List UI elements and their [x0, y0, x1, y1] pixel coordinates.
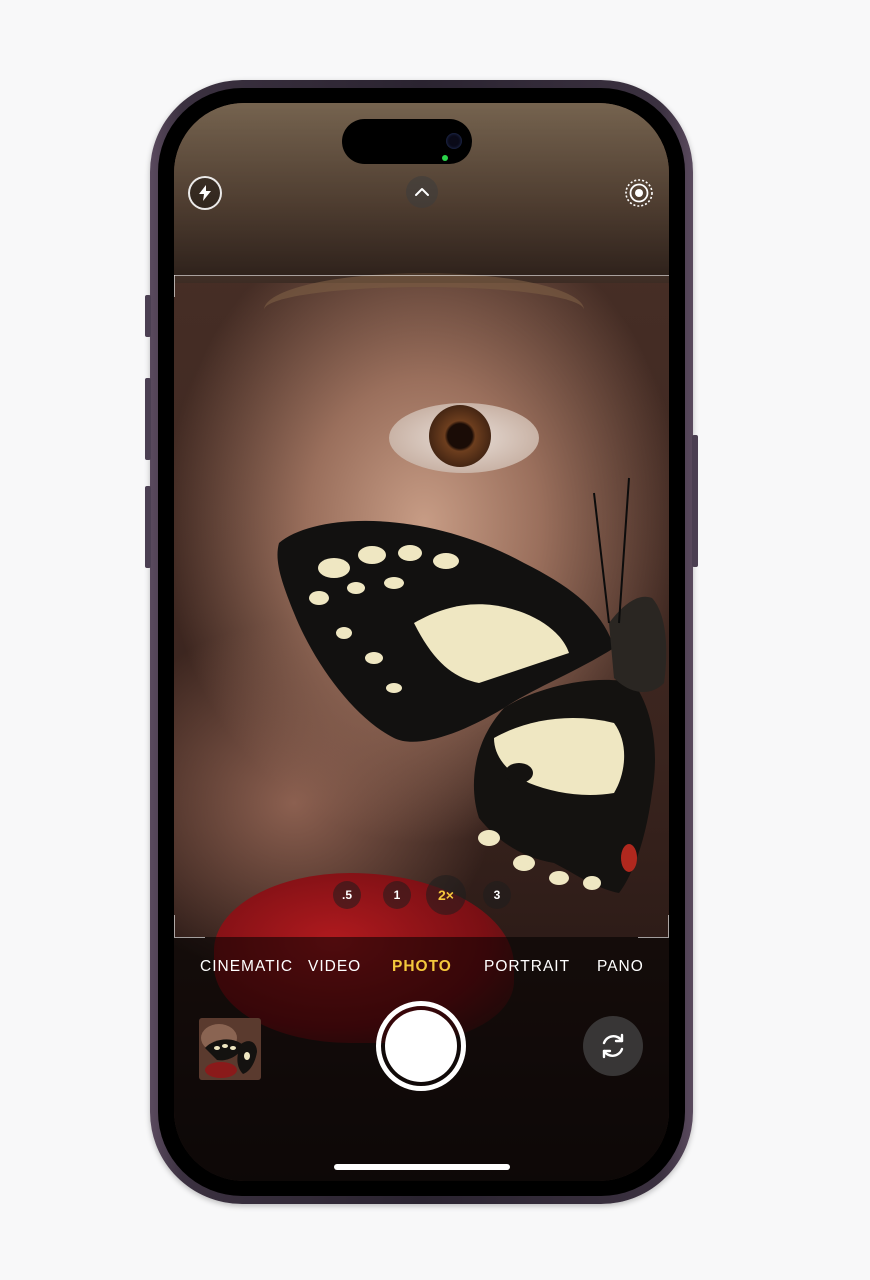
last-photo-thumbnail[interactable] — [199, 1018, 261, 1080]
frame-corner-bottom-left — [174, 915, 205, 938]
camera-in-use-indicator — [442, 155, 448, 161]
frame-corner-top-left — [174, 275, 205, 297]
zoom-option-2x[interactable]: 2× — [426, 875, 466, 915]
mode-cinematic[interactable]: CINEMATIC — [200, 958, 293, 976]
zoom-option-0-5[interactable]: .5 — [333, 881, 361, 909]
photo-frame-boundary — [174, 275, 669, 937]
zoom-option-1[interactable]: 1 — [383, 881, 411, 909]
volume-up-button — [145, 378, 151, 460]
live-photo-icon — [625, 179, 653, 207]
action-button — [145, 295, 151, 337]
chevron-up-icon — [415, 188, 429, 196]
expand-controls-button[interactable] — [406, 176, 438, 208]
front-camera — [446, 133, 462, 149]
camera-flip-icon — [602, 1033, 624, 1059]
thumbnail-image — [199, 1018, 261, 1080]
home-indicator[interactable] — [334, 1164, 510, 1170]
volume-down-button — [145, 486, 151, 568]
mode-photo[interactable]: PHOTO — [392, 958, 452, 976]
power-button — [692, 435, 698, 567]
zoom-selector: .5 1 2× 3 — [330, 875, 520, 915]
flash-bolt-icon — [199, 185, 211, 201]
mode-pano[interactable]: PANO — [597, 958, 644, 976]
dynamic-island — [342, 119, 472, 164]
frame-corner-bottom-right — [638, 915, 669, 938]
camera-flip-button[interactable] — [583, 1016, 643, 1076]
camera-screen: .5 1 2× 3 CINEMATIC VIDEO PHOTO PORTRAIT… — [174, 103, 669, 1181]
mode-video[interactable]: VIDEO — [308, 958, 361, 976]
zoom-option-3[interactable]: 3 — [483, 881, 511, 909]
camera-mode-selector: CINEMATIC VIDEO PHOTO PORTRAIT PANO — [174, 958, 669, 982]
shutter-button[interactable] — [376, 1001, 466, 1091]
live-photo-button[interactable] — [622, 176, 656, 210]
mode-portrait[interactable]: PORTRAIT — [484, 958, 570, 976]
flash-button[interactable] — [188, 176, 222, 210]
shutter-inner — [385, 1010, 457, 1082]
